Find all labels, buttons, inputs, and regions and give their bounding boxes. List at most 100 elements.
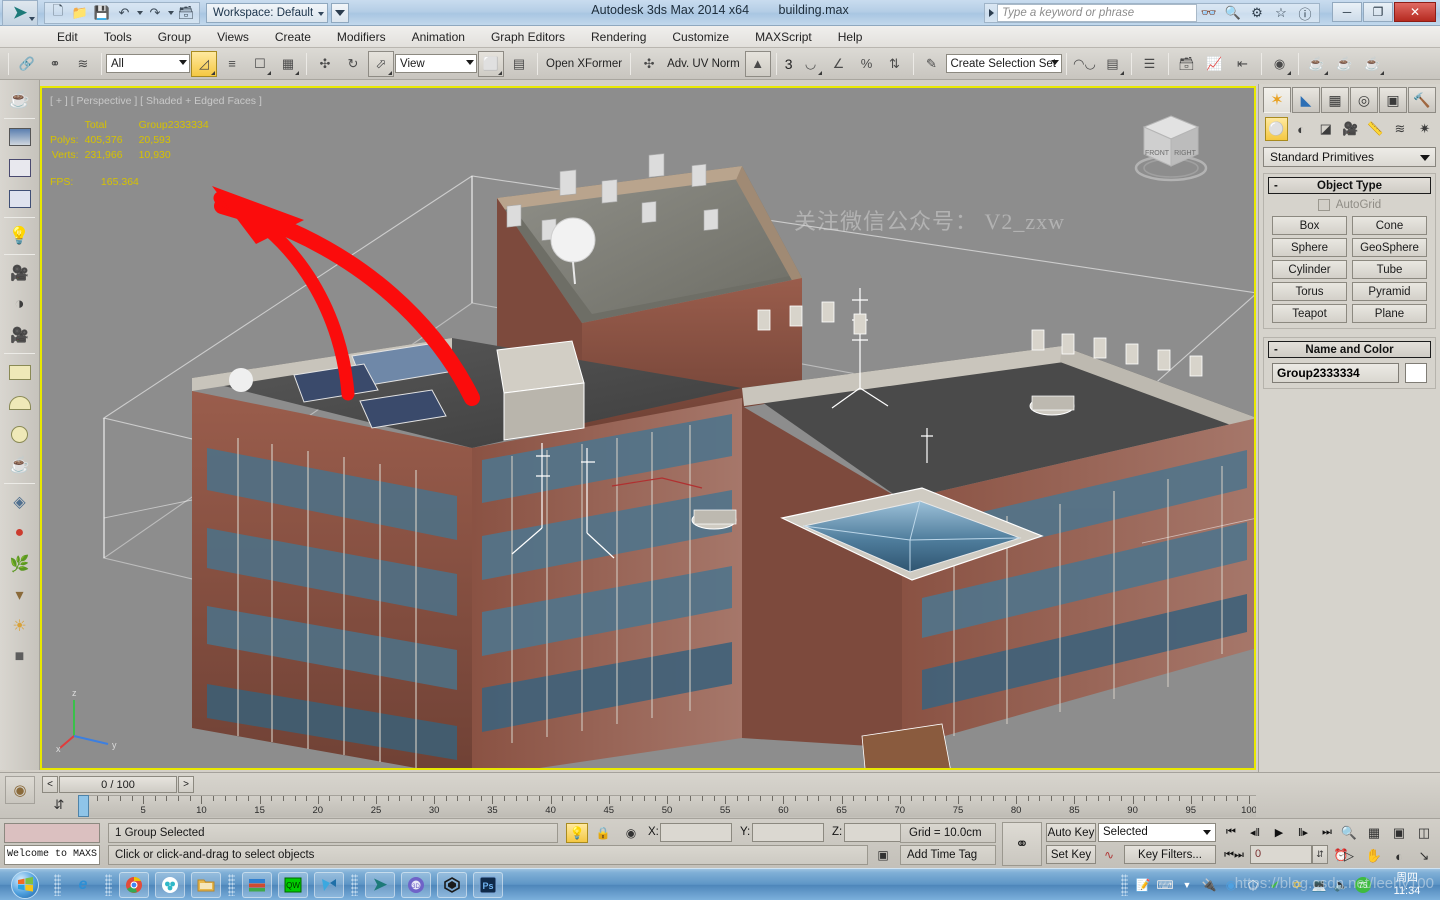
view-cube[interactable]: FRONT RIGHT [1128,110,1214,188]
zoom-extents-all-icon[interactable]: ◫ [1412,822,1436,844]
helpers-category-icon[interactable]: 📏 [1364,117,1387,141]
bind-to-space-warp-icon[interactable]: ≋ [70,51,96,77]
absolute-relative-transform-toggle[interactable]: ◉ [620,823,642,843]
create-sphere-button[interactable]: Sphere [1272,238,1347,257]
select-and-rotate-button[interactable]: ↻ [340,51,366,77]
object-type-header[interactable]: - Object Type [1268,177,1431,194]
key-mode-filter-dropdown[interactable]: Selected [1098,823,1216,842]
selection-lock-toggle[interactable]: 💡 [566,823,588,843]
reference-coordinate-dropdown[interactable]: View [395,54,477,73]
minimize-button[interactable]: ─ [1332,2,1362,22]
taskbar-internet-explorer-icon[interactable]: e [68,872,98,898]
snap-toggle-icon[interactable]: ◡ [798,51,824,77]
tray-usb-icon[interactable]: 🔌 [1198,872,1220,898]
application-menu-button[interactable]: ➤ [2,0,38,26]
vr-camera-icon[interactable]: 🎥 [4,320,36,350]
frame-spinner[interactable]: ⇵ [1312,845,1328,864]
help-circle-icon[interactable]: ⓘ [1293,4,1317,22]
key-curve-icon[interactable]: ∿ [1098,845,1120,864]
xform-gizmo-icon[interactable]: ✣ [636,51,662,77]
angle-snap-icon[interactable]: ∠ [826,51,852,77]
x-coordinate-field[interactable] [660,823,732,842]
lock-selection-set-icon[interactable]: 🔒 [592,823,614,843]
spinner-snap-icon[interactable]: ⇅ [882,51,908,77]
next-frame-arrow[interactable]: > [178,776,194,793]
autogrid-checkbox[interactable] [1317,199,1330,211]
go-to-end-button[interactable]: ⏭ [1316,823,1338,842]
menu-item-create[interactable]: Create [262,28,324,46]
taskbar-grip[interactable] [105,873,112,896]
open-track-bar-icon[interactable]: ⇵ [48,795,70,815]
sphere-shading-icon[interactable]: ◑ [4,289,36,319]
selection-filter-dropdown[interactable]: All [106,54,190,73]
push-up-button[interactable]: ▲ [744,50,771,77]
select-link-icon[interactable]: 🔗 [14,51,40,77]
redo-dropdown-icon[interactable] [166,3,175,23]
plane-primitive-icon[interactable] [4,357,36,387]
create-selection-set-input[interactable]: Create Selection Set [945,54,1062,73]
magnifier-icon[interactable]: 🔍 [1221,4,1245,22]
menu-item-customize[interactable]: Customize [659,28,742,46]
taskbar-photoshop-icon[interactable]: Ps [473,871,503,898]
satellite-icon[interactable]: ⚙ [1245,4,1269,22]
render-preview-icon[interactable] [4,122,36,152]
y-coordinate-field[interactable] [752,823,824,842]
rendered-frame-window-button[interactable]: ☕ [1332,51,1358,77]
schematic-view-button[interactable]: ⇤ [1230,51,1256,77]
project-folder-icon[interactable]: 🗃 [175,3,197,23]
workspace-selector[interactable]: Workspace: Default [206,2,329,23]
key-mode-toggle-button[interactable]: ⏮⏭ [1222,846,1246,865]
taskbar-grip[interactable] [351,873,358,896]
modify-tab[interactable]: ◣ [1292,87,1320,113]
camera-icon[interactable]: 🎥 [4,258,36,288]
light-bulb-icon[interactable]: 💡 [4,221,36,251]
binoculars-icon[interactable]: 👓 [1197,4,1221,22]
use-pivot-center-button[interactable]: ⬜ [478,50,504,77]
properties-panel-icon[interactable] [4,184,36,214]
tray-notes-icon[interactable]: 📝 [1132,872,1154,898]
select-and-scale-button[interactable]: ⬀ [368,50,394,77]
menu-item-tools[interactable]: Tools [91,28,145,46]
frame-indicator[interactable]: < 0 / 100 > [42,776,194,793]
menu-item-rendering[interactable]: Rendering [578,28,659,46]
create-torus-button[interactable]: Torus [1272,282,1347,301]
tray-security-icon[interactable]: ✡ [1286,872,1308,898]
taskbar-grip[interactable] [54,873,61,896]
utilities-tab[interactable]: 🔨 [1408,87,1436,113]
expand-search-icon[interactable] [985,4,997,22]
search-input[interactable]: Type a keyword or phrase [997,4,1197,22]
list-panel-icon[interactable] [4,153,36,183]
tray-safe-eject-icon[interactable]: ✔ [1264,872,1286,898]
zoom-all-icon[interactable]: ▦ [1362,822,1386,844]
menu-item-edit[interactable]: Edit [44,28,91,46]
start-button[interactable] [0,870,50,900]
object-color-swatch[interactable] [1405,363,1427,383]
create-geosphere-button[interactable]: GeoSphere [1352,238,1427,257]
redo-icon[interactable]: ↷ [144,3,166,23]
curve-editor-button[interactable]: 📈 [1202,51,1228,77]
taskbar-chrome-icon[interactable] [119,871,149,898]
dome-primitive-icon[interactable] [4,388,36,418]
vray-sun-icon[interactable]: ☀ [4,611,36,641]
select-by-name-button[interactable]: ≡ [219,51,245,77]
current-frame-display[interactable]: 0 / 100 [59,776,177,793]
undo-icon[interactable]: ↶ [113,3,135,23]
taskbar-foxmail-icon[interactable] [314,871,344,898]
cameras-category-icon[interactable]: 🎥 [1339,117,1362,141]
toggle-scene-explorer-button[interactable]: 🗃 [1174,51,1200,77]
render-setup-button[interactable]: ☕ [1304,51,1330,77]
current-frame-input[interactable]: 0 [1250,845,1312,864]
taskbar-qq-music-icon[interactable]: QW [278,871,308,898]
previous-frame-button[interactable]: ◂‖ [1244,823,1266,842]
tray-unity-hub-icon[interactable]: ⬠ [1242,872,1264,898]
material-editor-button[interactable]: ◉ [1267,51,1293,77]
menu-item-animation[interactable]: Animation [399,28,478,46]
tray-360-shield-icon[interactable]: ◉ [1220,872,1242,898]
restore-button[interactable]: ❐ [1363,2,1393,22]
teapot-tool-icon[interactable]: ☕ [4,85,36,115]
unlink-selection-icon[interactable]: ⚭ [42,51,68,77]
vray-fur-icon[interactable]: 🌿 [4,549,36,579]
systems-category-icon[interactable]: ✷ [1413,117,1436,141]
motion-tab[interactable]: ◎ [1350,87,1378,113]
taskbar-360-browser-icon[interactable] [155,871,185,898]
